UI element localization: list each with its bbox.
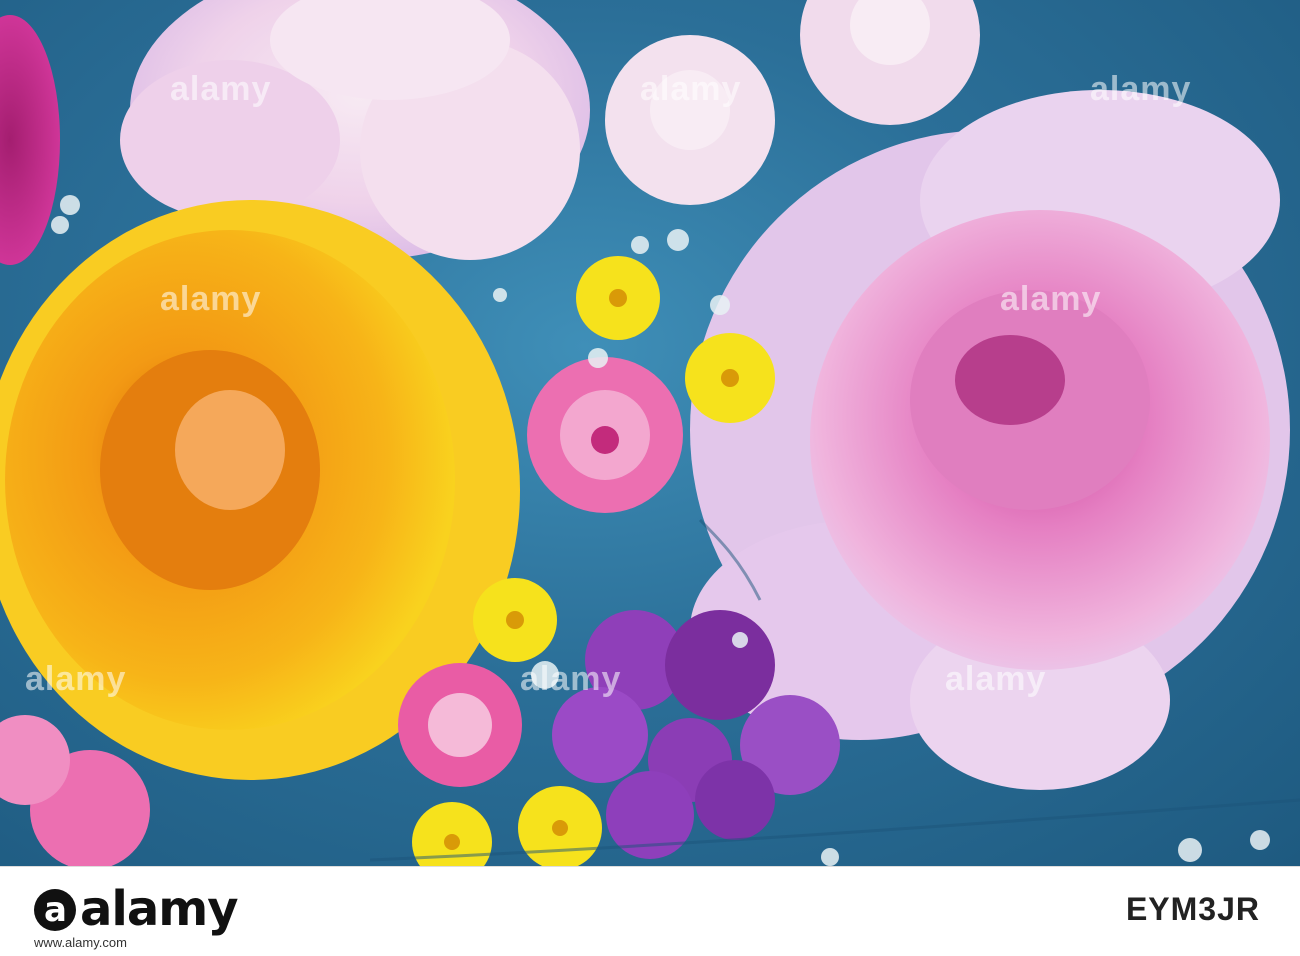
stock-footer: a alamy www.alamy.com EYM3JR xyxy=(0,866,1300,956)
logo-text: alamy xyxy=(80,881,239,937)
floating-flowers-photo: alamy alamy alamy alamy alamy alamy alam… xyxy=(0,0,1300,866)
magenta-flower-top-left xyxy=(0,15,60,265)
stock-image-id: EYM3JR xyxy=(1125,891,1260,927)
alamy-logo[interactable]: a alamy xyxy=(34,881,239,937)
yellow-flower-1 xyxy=(576,256,660,340)
yellow-flower-2 xyxy=(685,333,775,423)
site-url[interactable]: www.alamy.com xyxy=(34,935,127,950)
pink-spiky-flower-center xyxy=(527,357,683,513)
pink-peony-right xyxy=(690,90,1290,790)
yellow-flower-3 xyxy=(473,578,557,662)
yellow-flower-5 xyxy=(518,786,602,866)
flowers-illustration xyxy=(0,0,1300,866)
logo-a-icon: a xyxy=(34,889,76,931)
pink-flower-bottom-center xyxy=(398,663,522,787)
